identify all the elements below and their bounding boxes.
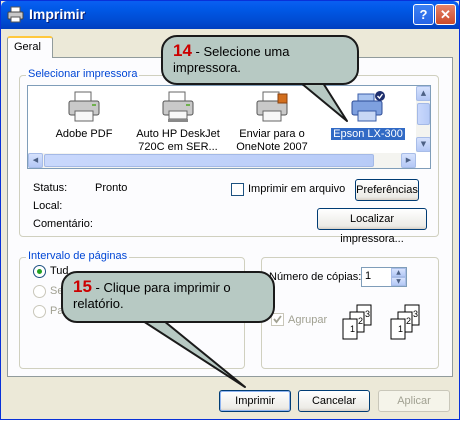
callout-14: 14 - Selecione uma impressora. [161,35,359,85]
callout-15-text: - Clique para imprimir o relatório. [73,280,231,311]
callout-15-number: 15 [73,277,92,296]
print-dialog: Imprimir ? ✕ Geral Selecionar impressora… [0,0,460,420]
callout-14-number: 14 [173,41,192,60]
callout-15: 15 - Clique para imprimir o relatório. [61,271,275,323]
